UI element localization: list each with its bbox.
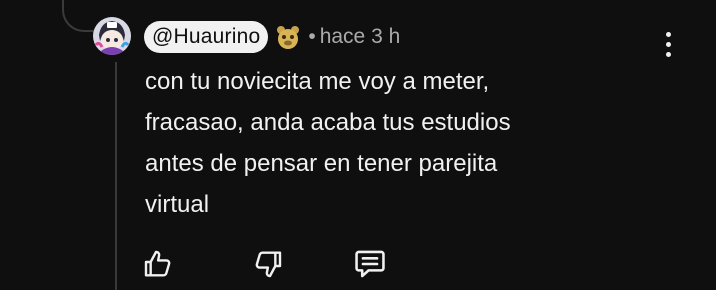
more-vert-icon [665, 31, 671, 37]
member-badge-icon [277, 26, 300, 49]
thumb-up-icon [144, 250, 171, 277]
thread-connector-line [115, 62, 117, 290]
author-handle-chip[interactable]: @Huaurino [144, 21, 269, 53]
thumb-down-icon [255, 251, 282, 278]
more-vert-icon-dot [665, 41, 671, 47]
more-vert-icon-dot [665, 51, 671, 57]
comment-header: @Huaurino • hace 3 h [144, 21, 400, 53]
comment-timestamp[interactable]: hace 3 h [320, 25, 401, 49]
comment-icon [355, 250, 385, 278]
comment-body: con tu noviecita me voy a meter, fracasa… [145, 68, 511, 218]
reply-button[interactable] [352, 246, 388, 282]
avatar[interactable] [93, 17, 131, 55]
comment-reply-view: @Huaurino • hace 3 h con tu noviecita me… [0, 0, 716, 290]
like-button[interactable] [140, 246, 176, 282]
thread-connector-curve [62, 0, 94, 32]
avatar-image [93, 17, 131, 55]
meta-separator: • [308, 25, 316, 48]
author-handle[interactable]: @Huaurino [152, 25, 260, 49]
dislike-button[interactable] [250, 246, 286, 282]
more-options-button[interactable] [650, 26, 686, 62]
